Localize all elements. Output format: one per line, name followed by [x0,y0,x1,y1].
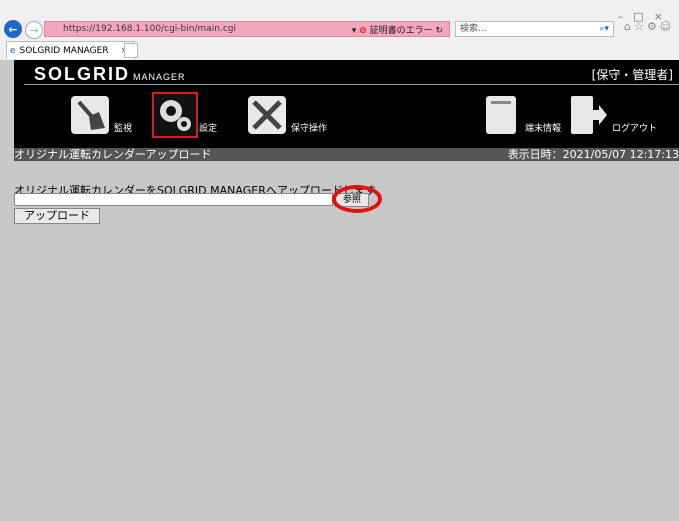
header-divider [24,84,679,85]
tools-icon [246,94,288,136]
nav-logout[interactable]: ログアウト [567,94,657,136]
search-input[interactable]: 検索... ⌕▾ [455,21,614,37]
browser-chrome: –□× ← → https://192.168.1.100/cgi-bin/ma… [0,0,679,60]
address-url: https://192.168.1.100/cgi-bin/main.cgi [63,24,237,34]
nav-monitor[interactable]: 監視 [69,94,132,136]
browse-button[interactable]: 参照 [335,193,369,207]
page-title: オリジナル運転カレンダーアップロード [14,148,212,161]
search-icon[interactable]: ⌕▾ [599,22,609,36]
gears-icon [152,92,198,138]
search-placeholder: 検索... [460,24,487,34]
file-path-input[interactable] [14,193,333,206]
upload-button[interactable]: アップロード [14,208,100,224]
app-logo: SOLGRID MANAGER [34,64,186,84]
ie-tab-icon: e [10,45,16,56]
broom-icon [69,94,111,136]
display-datetime: 表示日時：2021/05/07 12:17:13 [507,148,679,161]
logout-icon [567,94,609,136]
app-header: SOLGRID MANAGER [保守・管理者] 監視 設定 保守操作 端末情報… [14,60,679,148]
nav-maintenance[interactable]: 保守操作 [246,94,327,136]
address-bar[interactable]: https://192.168.1.100/cgi-bin/main.cgi ▾… [44,21,450,37]
nav-device-info-label: 端末情報 [525,124,562,134]
new-tab-button[interactable] [124,43,138,58]
user-role: [保守・管理者] [591,68,673,82]
nav-monitor-label: 監視 [114,124,133,134]
nav-logout-label: ログアウト [612,124,658,134]
nav-settings[interactable]: 設定 [152,92,218,138]
forward-button[interactable]: → [25,21,43,39]
nav-maintenance-label: 保守操作 [291,124,328,134]
toolbar-icons[interactable]: ⌂☆⚙☺ [624,20,674,33]
browser-tab[interactable]: e SOLGRID MANAGER × [6,41,135,59]
nav-device-info[interactable]: 端末情報 [480,94,561,136]
page-title-bar: オリジナル運転カレンダーアップロード 表示日時：2021/05/07 12:17… [14,148,679,161]
device-icon [480,94,522,136]
tab-title: SOLGRID MANAGER [19,45,109,56]
back-button[interactable]: ← [4,20,22,38]
nav-settings-label: 設定 [199,124,218,134]
cert-error-indicator[interactable]: ▾ ⊘ 証明書のエラー ↻ [352,23,443,36]
